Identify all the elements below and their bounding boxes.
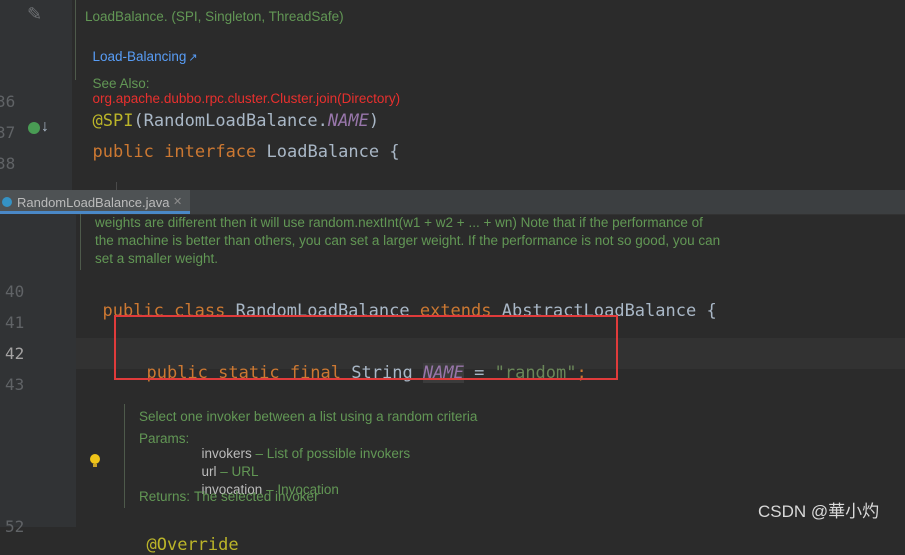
params-label: Params:	[139, 431, 190, 446]
tab-random-load-balance[interactable]: RandomLoadBalance.java ✕	[0, 190, 190, 214]
line-number: 36	[0, 92, 16, 111]
returns-label: Returns:	[139, 489, 191, 504]
close-icon[interactable]: ✕	[173, 195, 182, 208]
line-number: 38	[0, 154, 16, 173]
indent-guide	[116, 182, 117, 190]
class-doc-line: weights are different then it will use r…	[95, 215, 703, 230]
line-number-current: 42	[5, 344, 25, 363]
code-line-interface: public interface LoadBalance {	[92, 142, 400, 162]
code-line-override-partial: @Override	[146, 535, 239, 555]
see-also-label: See Also:	[92, 76, 150, 91]
down-arrow-icon[interactable]: ↓	[41, 118, 49, 136]
bottom-doc-bar	[80, 214, 81, 270]
top-doc-bar	[75, 0, 76, 80]
highlight-box	[114, 315, 618, 380]
class-doc-line: the machine is better than others, you c…	[95, 233, 721, 248]
bottom-gutter	[0, 214, 76, 527]
class-doc-line: set a smaller weight.	[95, 251, 219, 266]
top-doc-line1: LoadBalance. (SPI, Singleton, ThreadSafe…	[85, 9, 344, 24]
top-doc-link-row: Load-Balancing ↗	[85, 34, 198, 64]
line-number: 43	[5, 375, 25, 394]
line-number: 41	[5, 313, 25, 332]
edit-pencil-icon[interactable]: ✎	[27, 4, 42, 25]
method-doc-bar	[124, 404, 125, 508]
csdn-watermark: CSDN @華小灼	[758, 502, 880, 521]
lightbulb-icon[interactable]	[90, 454, 100, 468]
implemented-gutter-icon[interactable]	[28, 122, 40, 134]
line-number: 37	[0, 123, 16, 142]
line-number: 40	[5, 282, 25, 301]
java-class-icon	[2, 197, 12, 207]
tab-label: RandomLoadBalance.java	[17, 195, 170, 210]
method-doc-summary: Select one invoker between a list using …	[139, 409, 478, 424]
returns-desc: The selected invoker	[194, 489, 319, 504]
